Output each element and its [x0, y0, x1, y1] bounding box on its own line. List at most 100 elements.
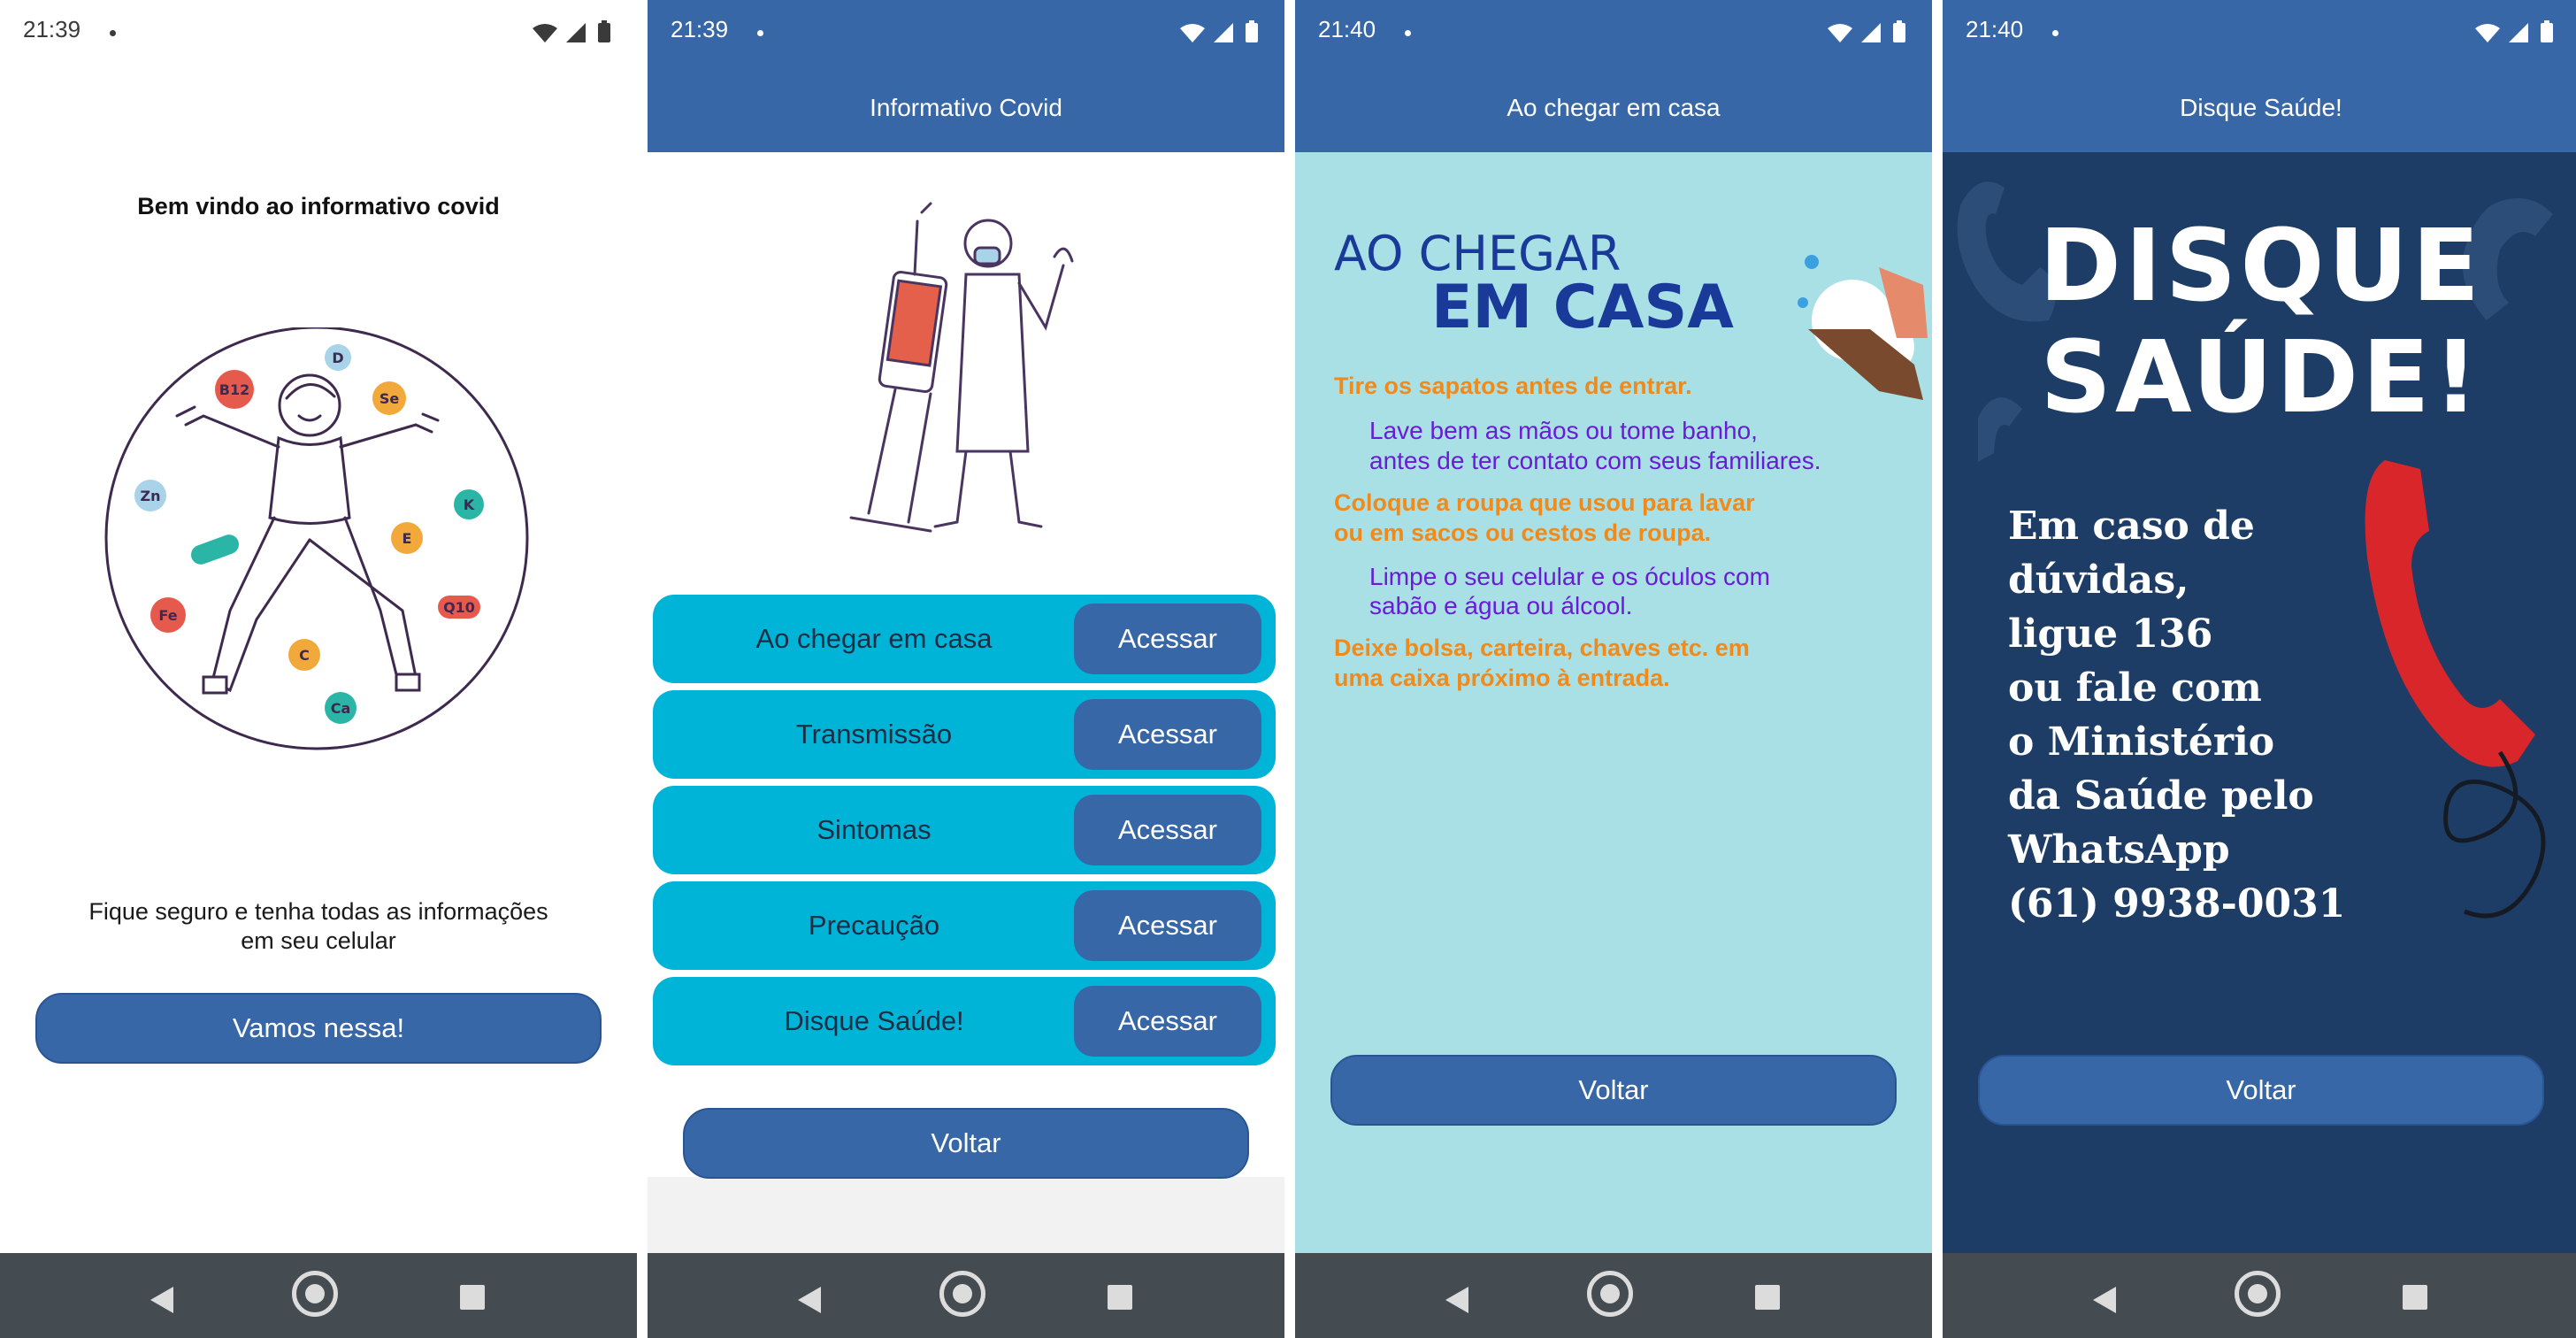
notification-dot: [1405, 30, 1411, 36]
welcome-screen: 21:39 Bem vindo ao informativo covid B12: [0, 0, 637, 1338]
washing-hands-illustration: [1798, 255, 1928, 400]
body-line: WhatsApp: [2008, 827, 2230, 873]
home-nav-icon[interactable]: [939, 1271, 985, 1317]
poster-title-line1: DISQUE: [2039, 209, 2483, 324]
status-time: 21:40: [1966, 16, 2024, 42]
page-title: Informativo Covid: [870, 94, 1062, 121]
doctor-vaccine-illustration: [849, 202, 1074, 533]
recents-nav-icon[interactable]: [460, 1285, 485, 1310]
status-bar: 21:40: [1943, 0, 2576, 64]
back-nav-icon[interactable]: [796, 1285, 823, 1315]
vitamin-label: Zn: [141, 488, 161, 504]
status-icons: [1180, 20, 1258, 42]
app-bar: 21:39 Informativo Covid: [648, 0, 1284, 152]
body-line: ou fale com: [2008, 665, 2262, 711]
back-button[interactable]: Voltar: [683, 1108, 1249, 1179]
poster-title-line2: SAÚDE!: [2040, 320, 2482, 435]
status-bar: 21:39: [0, 0, 637, 64]
tip-1: Tire os sapatos antes de entrar.: [1334, 373, 1692, 399]
menu-item-precaucao: Precaução Acessar: [653, 881, 1276, 970]
tip-3-line2: ou em sacos ou cestos de roupa.: [1334, 519, 1712, 546]
body-line: o Ministério: [2008, 719, 2275, 765]
red-telephone-illustration: [2365, 460, 2546, 919]
notification-dot: [757, 30, 763, 36]
status-time: 21:40: [1318, 16, 1376, 42]
status-bar: 21:40: [1295, 0, 1932, 64]
access-button[interactable]: Acessar: [1074, 890, 1261, 961]
vitamin-label: C: [299, 647, 310, 664]
start-button[interactable]: Vamos nessa!: [35, 993, 602, 1064]
footer-background: [648, 1177, 1284, 1253]
notification-dot: [2052, 30, 2058, 36]
recents-nav-icon[interactable]: [1755, 1285, 1780, 1310]
menu-item-disque-saude: Disque Saúde! Acessar: [653, 977, 1276, 1065]
app-bar: 21:40 Disque Saúde!: [1943, 0, 2576, 152]
vitamin-label: Q10: [443, 599, 475, 616]
menu-item-sintomas: Sintomas Acessar: [653, 786, 1276, 874]
menu-item-ao-chegar: Ao chegar em casa Acessar: [653, 595, 1276, 683]
welcome-subtitle-line2: em seu celular: [241, 927, 396, 954]
app-bar: 21:40 Ao chegar em casa: [1295, 0, 1932, 152]
tip-3-line1: Coloque a roupa que usou para lavar: [1334, 489, 1755, 516]
tip-5-line2: uma caixa próximo à entrada.: [1334, 665, 1670, 691]
tip-2-line1: Lave bem as mãos ou tome banho,: [1369, 417, 1758, 444]
tip-4-line2: sabão e água ou álcool.: [1369, 592, 1633, 619]
menu-screen: 21:39 Informativo Covid Ao chegar em cas…: [648, 0, 1284, 1338]
body-line: da Saúde pelo: [2008, 773, 2314, 819]
nav-bar: [0, 1253, 637, 1338]
vitamin-label: E: [402, 530, 412, 547]
poster-title-line2: EM CASA: [1431, 273, 1734, 342]
vitamin-label: B12: [219, 381, 249, 398]
back-nav-icon[interactable]: [149, 1285, 175, 1315]
recents-nav-icon[interactable]: [2403, 1285, 2427, 1310]
menu-item-label: Precaução: [808, 910, 940, 941]
nav-bar: [1295, 1253, 1932, 1338]
vitamin-illustration: B12 D Se Zn K E Fe C Q10 Ca: [104, 327, 529, 750]
vitamin-label: Ca: [331, 700, 351, 717]
status-time: 21:39: [671, 16, 729, 42]
back-nav-icon[interactable]: [2091, 1285, 2118, 1315]
home-nav-icon[interactable]: [2235, 1271, 2281, 1317]
disque-body-text: Em caso de dúvidas, ligue 136 ou fale co…: [2008, 499, 2345, 931]
menu-item-label: Ao chegar em casa: [755, 623, 993, 654]
nav-bar: [1943, 1253, 2576, 1338]
tip-2-line2: antes de ter contato com seus familiares…: [1369, 447, 1821, 474]
access-button[interactable]: Acessar: [1074, 604, 1261, 674]
status-icons: [1828, 20, 1905, 42]
body-line: dúvidas,: [2008, 558, 2189, 603]
body-line: Em caso de: [2008, 504, 2255, 549]
notification-dot: [110, 30, 116, 36]
back-button[interactable]: Voltar: [1330, 1055, 1897, 1126]
welcome-heading: Bem vindo ao informativo covid: [137, 193, 500, 219]
access-button[interactable]: Acessar: [1074, 795, 1261, 865]
home-nav-icon[interactable]: [292, 1271, 338, 1317]
menu-item-label: Disque Saúde!: [784, 1005, 964, 1036]
status-time: 21:39: [23, 16, 81, 42]
home-nav-icon[interactable]: [1587, 1271, 1633, 1317]
tip-5-line1: Deixe bolsa, carteira, chaves etc. em: [1334, 634, 1750, 661]
page-title: Disque Saúde!: [2180, 94, 2342, 121]
status-icons: [533, 20, 610, 42]
menu-item-transmissao: Transmissão Acessar: [653, 690, 1276, 779]
access-button[interactable]: Acessar: [1074, 986, 1261, 1057]
vitamin-label: K: [464, 496, 475, 513]
recents-nav-icon[interactable]: [1108, 1285, 1132, 1310]
disque-saude-screen: 21:40 Disque Saúde! DISQUE SAÚDE! Em cas…: [1943, 0, 2576, 1338]
menu-item-label: Sintomas: [816, 814, 932, 845]
body-line: ligue 136: [2008, 611, 2213, 657]
vitamin-label: D: [332, 350, 343, 366]
access-button[interactable]: Acessar: [1074, 699, 1261, 770]
status-icons: [2475, 20, 2553, 42]
back-button[interactable]: Voltar: [1978, 1055, 2544, 1126]
status-bar: 21:39: [648, 0, 1284, 64]
phone-number: (61) 9938-0031: [2008, 881, 2346, 927]
page-title: Ao chegar em casa: [1506, 94, 1721, 121]
menu-item-label: Transmissão: [795, 719, 953, 750]
ao-chegar-screen: 21:40 Ao chegar em casa AO CHEGAR EM CAS…: [1295, 0, 1932, 1338]
back-nav-icon[interactable]: [1444, 1285, 1470, 1315]
tip-4-line1: Limpe o seu celular e os óculos com: [1369, 563, 1770, 590]
welcome-subtitle-line1: Fique seguro e tenha todas as informaçõe…: [88, 898, 548, 925]
vitamin-label: Se: [380, 390, 400, 407]
vitamin-label: Fe: [158, 607, 177, 624]
nav-bar: [648, 1253, 1284, 1338]
